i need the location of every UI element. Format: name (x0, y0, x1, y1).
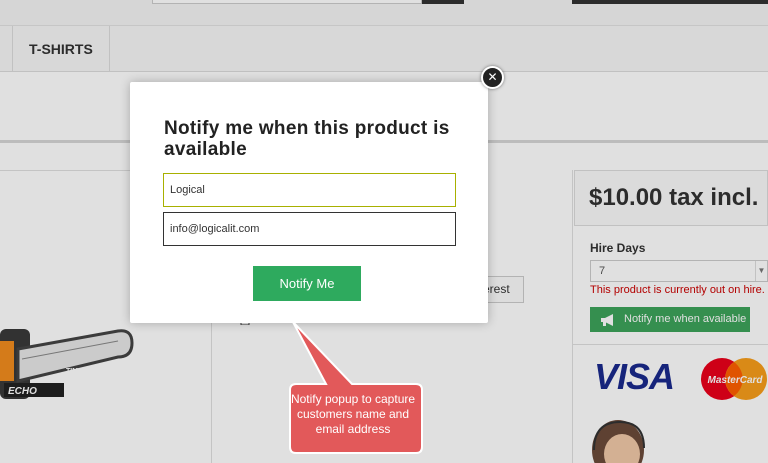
modal-title: Notify me when this product is available (164, 118, 450, 160)
notify-modal: Notify me when this product is available… (130, 82, 488, 323)
name-field[interactable] (163, 173, 456, 207)
close-icon[interactable]: ✕ (481, 66, 504, 89)
callout-text: Notify popup to capture customers name a… (290, 392, 416, 436)
email-field[interactable] (163, 212, 456, 246)
notify-me-button[interactable]: Notify Me (253, 266, 361, 301)
